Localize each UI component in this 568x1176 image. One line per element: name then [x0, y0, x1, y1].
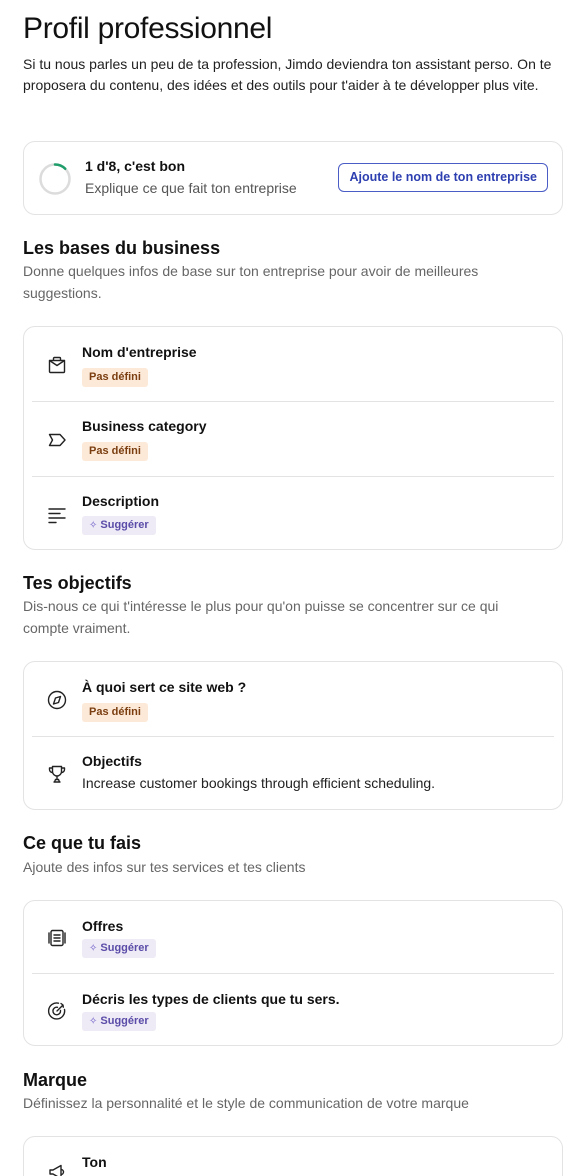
progress-title: 1 d'8, c'est bon: [85, 158, 186, 174]
business-card: Nom d'entreprise Pas défini Business cat…: [23, 326, 563, 550]
status-badge-undefined: Pas défini: [82, 703, 148, 722]
progress-ring-icon: [38, 162, 72, 196]
row-offers[interactable]: Offres ✧ Suggérer: [24, 901, 564, 974]
suggest-label: Suggérer: [100, 519, 149, 531]
status-badge-undefined: Pas défini: [82, 442, 148, 461]
goals-value: Increase customer bookings through effic…: [82, 775, 436, 791]
suggest-badge[interactable]: ✧ Suggérer: [82, 939, 156, 958]
sparkle-icon: ✧: [89, 1016, 98, 1027]
briefcase-icon: [46, 354, 68, 376]
row-label: Décris les types de clients que tu sers.: [82, 991, 340, 1007]
section-title-goals: Tes objectifs: [23, 573, 132, 593]
section-title-brand: Marque: [23, 1070, 88, 1090]
section-desc-business: Donne quelques infos de base sur ton ent…: [23, 263, 479, 301]
progress-subtitle: Explique ce que fait ton entreprise: [85, 180, 297, 196]
row-label: Nom d'entreprise: [82, 344, 197, 360]
row-tone[interactable]: Ton: [24, 1137, 564, 1176]
row-goals[interactable]: Objectifs Increase customer bookings thr…: [24, 737, 564, 811]
add-business-name-button[interactable]: Ajoute le nom de ton entreprise: [338, 163, 548, 192]
section-desc-goals: Dis-nous ce qui t'intéresse le plus pour…: [23, 598, 499, 636]
row-label: Ton: [82, 1154, 107, 1170]
target-icon: [46, 1000, 68, 1022]
section-desc-brand: Définissez la personnalité et le style d…: [23, 1095, 469, 1111]
sparkle-icon: ✧: [89, 943, 98, 954]
row-client-types[interactable]: Décris les types de clients que tu sers.…: [24, 974, 564, 1047]
goals-card: À quoi sert ce site web ? Pas défini Obj…: [23, 661, 563, 810]
sparkle-icon: ✧: [89, 520, 98, 531]
suggest-badge[interactable]: ✧ Suggérer: [82, 1012, 156, 1031]
offers-list-icon: [46, 927, 68, 949]
row-label: Description: [82, 493, 160, 509]
row-label: Offres: [82, 918, 124, 934]
megaphone-icon: [46, 1161, 68, 1176]
tag-icon: [46, 429, 68, 451]
row-website-purpose[interactable]: À quoi sert ce site web ? Pas défini: [24, 662, 564, 737]
text-lines-icon: [46, 504, 68, 526]
row-business-name[interactable]: Nom d'entreprise Pas défini: [24, 327, 564, 402]
row-description[interactable]: Description ✧ Suggérer: [24, 477, 564, 551]
suggest-label: Suggérer: [100, 942, 149, 954]
suggest-badge[interactable]: ✧ Suggérer: [82, 516, 156, 535]
page-title: Profil professionnel: [23, 12, 273, 45]
trophy-icon: [46, 763, 68, 785]
row-label: À quoi sert ce site web ?: [82, 679, 247, 695]
status-badge-undefined: Pas défini: [82, 368, 148, 387]
section-title-business: Les bases du business: [23, 238, 221, 258]
work-card: Offres ✧ Suggérer Décris les types de cli…: [23, 900, 563, 1046]
row-business-category[interactable]: Business category Pas défini: [24, 402, 564, 477]
intro-text: Si tu nous parles un peu de ta professio…: [23, 56, 552, 93]
suggest-label: Suggérer: [100, 1015, 149, 1027]
progress-card: 1 d'8, c'est bon Explique ce que fait to…: [23, 141, 563, 215]
section-desc-work: Ajoute des infos sur tes services et tes…: [23, 859, 306, 875]
row-label: Objectifs: [82, 753, 142, 769]
section-title-work: Ce que tu fais: [23, 833, 142, 853]
row-label: Business category: [82, 418, 207, 434]
compass-icon: [46, 689, 68, 711]
brand-card: Ton: [23, 1136, 563, 1176]
